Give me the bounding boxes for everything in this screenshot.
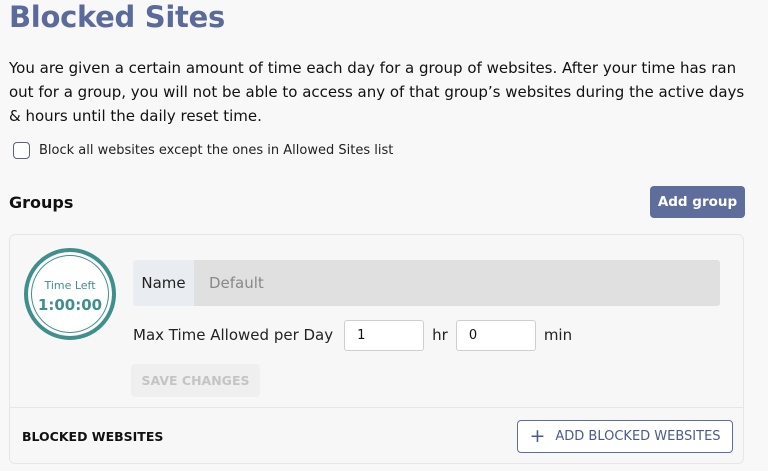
group-name-row: Name Default xyxy=(133,260,720,306)
page-title: Blocked Sites xyxy=(9,0,225,34)
timer-label: Time Left xyxy=(44,278,96,292)
max-time-row: Max Time Allowed per Day 1 hr 0 min xyxy=(133,319,580,351)
add-group-button[interactable]: Add group xyxy=(650,186,745,218)
hours-unit: hr xyxy=(432,326,448,344)
page-description: You are given a certain amount of time e… xyxy=(9,59,745,125)
timer-value: 1:00:00 xyxy=(37,295,103,314)
minutes-input[interactable]: 0 xyxy=(455,319,536,351)
block-all-checkbox[interactable] xyxy=(13,142,30,159)
block-all-option[interactable]: Block all websites except the ones in Al… xyxy=(13,142,393,159)
time-left-timer: Time Left 1:00:00 xyxy=(24,248,116,340)
hours-input[interactable]: 1 xyxy=(344,319,425,351)
save-changes-button[interactable]: SAVE CHANGES xyxy=(131,364,260,397)
group-card: Time Left 1:00:00 Name Default Max Time … xyxy=(9,234,744,464)
minutes-unit: min xyxy=(543,326,573,344)
block-all-label: Block all websites except the ones in Al… xyxy=(39,143,394,158)
groups-heading: Groups xyxy=(9,193,74,212)
add-blocked-websites-label: ADD BLOCKED WEBSITES xyxy=(555,429,721,444)
max-time-label: Max Time Allowed per Day xyxy=(133,326,334,344)
blocked-websites-heading: BLOCKED WEBSITES xyxy=(22,429,164,444)
plus-icon: + xyxy=(529,425,546,447)
name-label: Name xyxy=(133,260,194,306)
group-name-input[interactable]: Default xyxy=(194,260,720,306)
add-blocked-websites-button[interactable]: + ADD BLOCKED WEBSITES xyxy=(517,420,733,453)
card-divider xyxy=(10,407,743,408)
